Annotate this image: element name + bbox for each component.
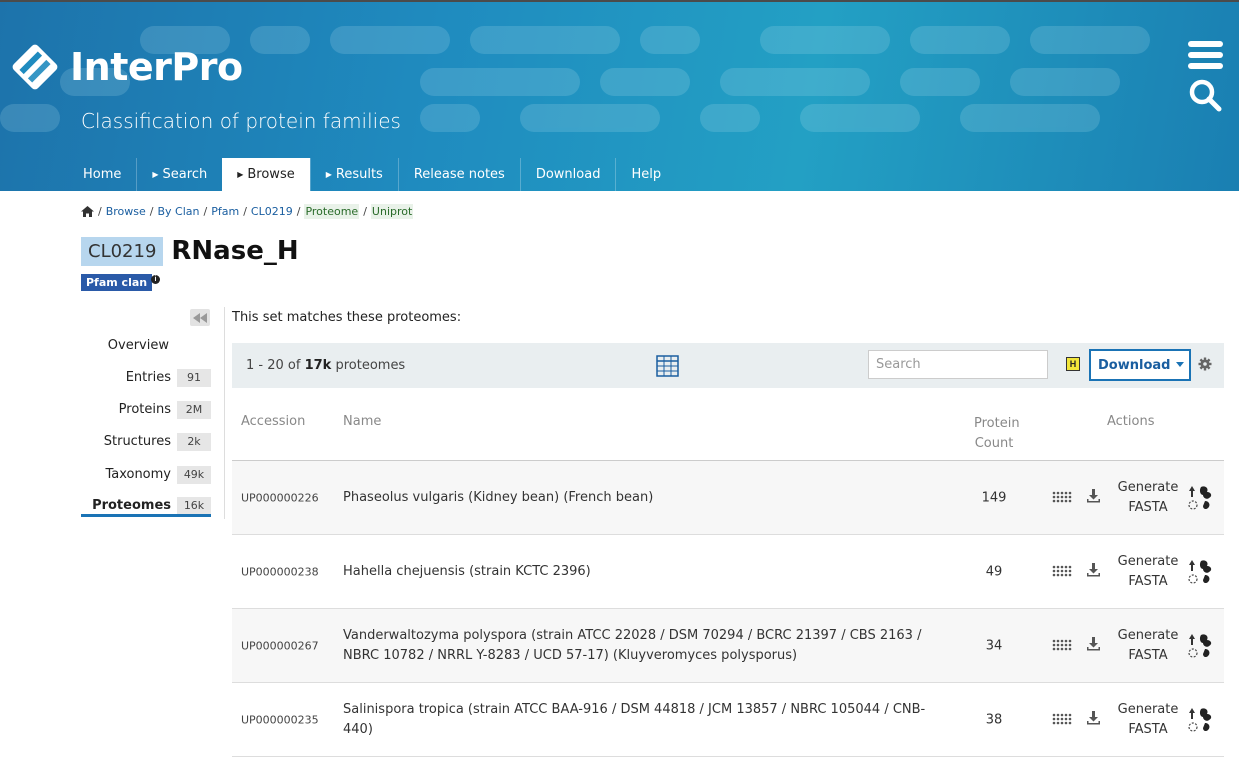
caret-right-icon: ▶	[237, 170, 244, 179]
proteome-name-link[interactable]: Hahella chejuensis (strain KCTC 2396)	[343, 562, 943, 582]
search-input[interactable]: Search	[868, 350, 1048, 379]
ida-icon[interactable]	[1187, 484, 1215, 512]
count-badge: 91	[177, 369, 211, 387]
generate-fasta-link[interactable]: Generate FASTA	[1114, 626, 1182, 666]
sidebar-item-label: Proteomes	[92, 498, 171, 513]
breadcrumb-by-clan[interactable]: By Clan	[158, 205, 200, 218]
double-chevron-left-icon	[193, 312, 207, 323]
breadcrumb-browse[interactable]: Browse	[106, 205, 146, 218]
highlight-icon[interactable]: H	[1066, 357, 1080, 371]
top-border	[0, 0, 1239, 2]
count-badge: 2M	[177, 401, 211, 419]
table-row: UP000000226 Phaseolus vulgaris (Kidney be…	[232, 461, 1224, 535]
masthead: InterPro Classification of protein famil…	[0, 0, 1239, 191]
info-icon[interactable]: i	[151, 275, 160, 284]
protein-count-link[interactable]: 38	[974, 712, 1014, 727]
breadcrumb-proteome[interactable]: Proteome	[304, 204, 360, 219]
caret-right-icon: ▶	[152, 170, 159, 179]
nav-search[interactable]: ▶ Search	[136, 158, 222, 191]
sidebar-item-entries[interactable]: Entries 91	[81, 367, 211, 389]
logo[interactable]: InterPro	[8, 40, 243, 94]
table-row: UP000000235 Salinispora tropica (strain A…	[232, 683, 1224, 757]
breadcrumb-pfam[interactable]: Pfam	[211, 205, 239, 218]
sidebar-item-label: Entries	[125, 370, 171, 385]
column-header-accession[interactable]: Accession	[241, 414, 305, 429]
nav-browse[interactable]: ▶ Browse	[222, 158, 310, 191]
result-range: 1 - 20 of 17k proteomes	[246, 358, 406, 373]
proteome-accession-link[interactable]: UP000000267	[241, 639, 319, 652]
nav-release-notes[interactable]: Release notes	[397, 158, 520, 191]
column-header-protein-count[interactable]: Protein Count	[974, 414, 1020, 454]
caret-right-icon: ▶	[325, 170, 332, 179]
proteome-name-link[interactable]: Phaseolus vulgaris (Kidney bean) (French…	[343, 488, 943, 508]
breadcrumb-uniprot[interactable]: Uniprot	[370, 204, 414, 219]
proteins-icon[interactable]	[1052, 712, 1072, 726]
table-row: UP000000238 Hahella chejuensis (strain KC…	[232, 535, 1224, 609]
collapse-sidebar-button[interactable]	[190, 309, 210, 326]
nav-help[interactable]: Help	[615, 158, 676, 191]
nav-results[interactable]: ▶ Results	[309, 158, 398, 191]
ida-icon[interactable]	[1187, 632, 1215, 660]
sidebar-item-structures[interactable]: Structures 2k	[81, 431, 211, 453]
protein-count-link[interactable]: 49	[974, 564, 1014, 579]
generate-fasta-link[interactable]: Generate FASTA	[1114, 700, 1182, 740]
gear-icon[interactable]	[1198, 357, 1212, 371]
home-icon[interactable]	[81, 206, 94, 217]
download-icon[interactable]	[1087, 637, 1100, 651]
entry-title-row: CL0219 RNase_H	[81, 236, 299, 266]
sidebar-item-overview[interactable]: Overview	[81, 335, 211, 357]
count-badge: 16k	[177, 497, 211, 515]
download-icon[interactable]	[1087, 563, 1100, 577]
download-icon[interactable]	[1087, 711, 1100, 725]
generate-fasta-link[interactable]: Generate FASTA	[1114, 478, 1182, 518]
proteome-accession-link[interactable]: UP000000226	[241, 491, 319, 504]
interpro-logo-icon	[12, 44, 58, 90]
site-subtitle: Classification of protein families	[81, 109, 401, 133]
table-toolbar: 1 - 20 of 17k proteomes Search H Downloa…	[232, 343, 1224, 388]
menu-icon[interactable]	[1188, 41, 1223, 69]
download-icon[interactable]	[1087, 489, 1100, 503]
proteome-name-link[interactable]: Vanderwaltozyma polyspora (strain ATCC 2…	[343, 626, 943, 666]
ida-icon[interactable]	[1187, 706, 1215, 734]
proteins-icon[interactable]	[1052, 564, 1072, 578]
proteome-name-link[interactable]: Salinispora tropica (strain ATCC BAA-916…	[343, 700, 943, 740]
breadcrumb: / Browse / By Clan / Pfam / CL0219 / Pro…	[81, 204, 414, 219]
sidebar-item-taxonomy[interactable]: Taxonomy 49k	[81, 464, 211, 486]
column-header-actions: Actions	[1107, 414, 1155, 429]
proteome-accession-link[interactable]: UP000000238	[241, 565, 319, 578]
entry-type-badge: Pfam clan	[81, 274, 153, 291]
count-badge: 49k	[177, 466, 211, 484]
nav-download[interactable]: Download	[519, 158, 616, 191]
breadcrumb-accession[interactable]: CL0219	[251, 205, 293, 218]
proteome-accession-link[interactable]: UP000000235	[241, 713, 319, 726]
accession-badge: CL0219	[81, 236, 164, 266]
sidebar-item-label: Proteins	[118, 402, 171, 417]
download-button[interactable]: Download	[1089, 349, 1191, 381]
grid-view-icon[interactable]	[656, 355, 679, 377]
ida-icon[interactable]	[1187, 558, 1215, 586]
table-row: UP000000267 Vanderwaltozyma polyspora (st…	[232, 609, 1224, 683]
proteins-icon[interactable]	[1052, 638, 1072, 652]
column-header-name[interactable]: Name	[343, 414, 381, 429]
main-navigation: Home ▶ Search ▶ Browse ▶ Results Release no…	[68, 158, 676, 191]
search-icon[interactable]	[1188, 78, 1222, 112]
nav-home[interactable]: Home	[68, 158, 136, 191]
chevron-down-icon	[1176, 362, 1184, 367]
table-header: Accession Name Protein Count Actions	[232, 400, 1224, 461]
active-tab-indicator	[81, 514, 211, 517]
sidebar-item-label: Structures	[103, 434, 171, 449]
generate-fasta-link[interactable]: Generate FASTA	[1114, 552, 1182, 592]
logo-text: InterPro	[70, 45, 243, 89]
sidebar-item-label: Taxonomy	[105, 467, 171, 482]
sidebar-item-proteins[interactable]: Proteins 2M	[81, 399, 211, 421]
proteins-icon[interactable]	[1052, 490, 1072, 504]
count-badge: 2k	[177, 433, 211, 451]
sidebar: Overview Entries 91 Proteins 2M Structur…	[81, 307, 225, 519]
protein-count-link[interactable]: 149	[974, 490, 1014, 505]
page-title: RNase_H	[171, 236, 299, 266]
intro-text: This set matches these proteomes:	[232, 310, 462, 325]
protein-count-link[interactable]: 34	[974, 638, 1014, 653]
